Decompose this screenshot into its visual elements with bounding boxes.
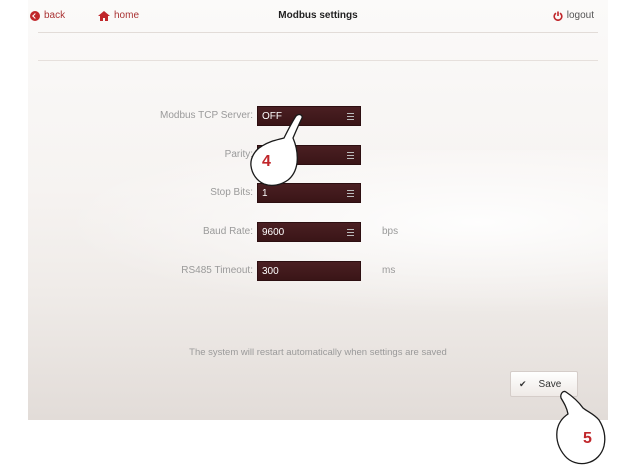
baud-rate-row: Baud Rate:: [28, 222, 253, 242]
baud-rate-value: 9600: [262, 226, 285, 238]
rs485-timeout-input[interactable]: 300: [257, 261, 361, 281]
baud-rate-unit: bps: [382, 226, 399, 237]
modbus-tcp-server-select[interactable]: OFF: [257, 106, 361, 126]
menu-icon: [347, 113, 354, 120]
stop-bits-label: Stop Bits:: [210, 187, 253, 198]
menu-icon: [347, 229, 354, 236]
rs485-timeout-unit: ms: [382, 265, 396, 276]
modbus-tcp-server-value: OFF: [262, 110, 282, 122]
modbus-tcp-server-row: Modbus TCP Server:: [28, 106, 253, 126]
logout-button[interactable]: logout: [553, 10, 594, 21]
page-title: Modbus settings: [278, 10, 358, 21]
stop-bits-select[interactable]: 1: [257, 183, 361, 203]
divider: [38, 32, 598, 33]
logout-label: logout: [566, 10, 594, 21]
baud-rate-label: Baud Rate:: [202, 226, 253, 237]
rs485-timeout-label: RS485 Timeout:: [181, 265, 253, 276]
restart-notice: The system will restart automatically wh…: [189, 347, 447, 358]
stop-bits-row: Stop Bits:: [28, 183, 253, 203]
rs485-timeout-row: RS485 Timeout:: [28, 261, 253, 281]
baud-rate-select[interactable]: 9600: [257, 222, 361, 242]
parity-label: Parity:: [224, 149, 253, 160]
top-bar: back home Modbus settings logout: [28, 0, 608, 32]
settings-screen: back home Modbus settings logout Modbus …: [28, 0, 608, 420]
parity-select[interactable]: [257, 145, 361, 165]
save-button[interactable]: ✔ Save: [510, 371, 578, 397]
check-icon: ✔: [519, 378, 527, 389]
menu-icon: [347, 152, 354, 159]
divider: [38, 60, 598, 61]
power-icon: [553, 11, 563, 21]
save-label: Save: [538, 378, 562, 390]
stop-bits-value: 1: [262, 187, 268, 199]
modbus-tcp-server-label: Modbus TCP Server:: [159, 110, 253, 121]
parity-row: Parity:: [28, 145, 253, 165]
step-5-number: 5: [583, 430, 592, 447]
rs485-timeout-value: 300: [262, 265, 279, 277]
menu-icon: [347, 190, 354, 197]
